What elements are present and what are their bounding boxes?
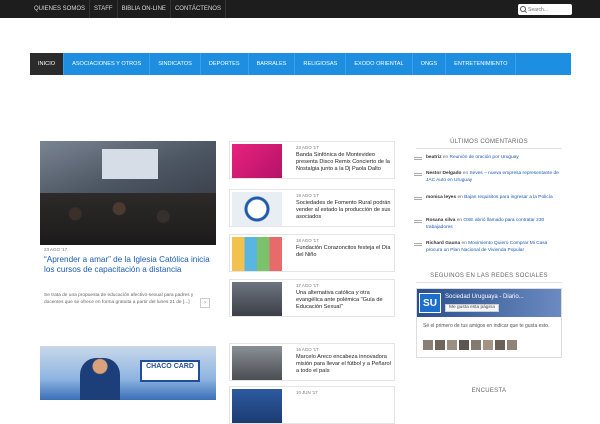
comment-on: en [442, 155, 449, 160]
avatar[interactable] [471, 340, 481, 350]
avatar[interactable] [447, 340, 457, 350]
feature-title[interactable]: “Aprender a amar” de la Iglesia Católica… [44, 255, 214, 275]
avatar[interactable] [507, 340, 517, 350]
nav-ongs[interactable]: ONGS [413, 53, 447, 75]
comment-author[interactable]: monica leyes [426, 195, 456, 200]
topnav-quienes-somos[interactable]: QUIENES SOMOS [30, 0, 91, 18]
list-title[interactable]: Una alternativa católica y otra evangéli… [296, 290, 394, 311]
top-nav: QUIENES SOMOS STAFF BIBLIA ON-LINE CONTÁ… [30, 0, 226, 18]
site-logo: SU [419, 293, 441, 313]
search-input[interactable] [528, 6, 570, 13]
list-thumb[interactable] [232, 282, 282, 316]
avatar[interactable] [459, 340, 469, 350]
list-title[interactable]: Marcelo Areco encabeza innovadora misión… [296, 354, 394, 375]
search-box[interactable] [518, 4, 572, 15]
comment-author[interactable]: Rosana silva [426, 218, 455, 223]
facebook-friends-text: Sé el primero de tus amigos en indicar q… [423, 323, 550, 329]
comment-author[interactable]: Richard Gauna [426, 241, 460, 246]
comment-author[interactable]: beatriz [426, 155, 441, 160]
divider [416, 148, 562, 149]
facebook-cover: SU Sociedad Uruguaya - Diario... Me gust… [417, 289, 561, 317]
comment-on: en [457, 195, 463, 200]
list-date: 17 AGO '17 [296, 283, 319, 288]
audience [40, 193, 216, 245]
list-title[interactable]: Sociedades de Fomento Rural podrán vende… [296, 200, 394, 221]
comment-item: Rosana silva en OSE abrió llamado para c… [414, 218, 564, 231]
feature-image[interactable] [40, 141, 216, 245]
feature-date: 23 AGO '17 [44, 247, 68, 252]
main-nav: INICIO ASOCIACIONES Y OTROS SINDICATOS D… [30, 53, 571, 75]
list-item[interactable]: 18 AGO '17 Fundación Corazoncitos festej… [229, 234, 395, 272]
comment-post-link[interactable]: Bajan requisitos para ingresar a la Poli… [464, 195, 553, 200]
list-date: 23 AGO '17 [296, 145, 319, 150]
list-thumb[interactable] [232, 346, 282, 380]
nav-exodo-oriental[interactable]: EXODO ORIENTAL [346, 53, 413, 75]
avatar[interactable] [435, 340, 445, 350]
social-widget-title: SEGUINOS EN LAS REDES SOCIALES [430, 273, 548, 279]
list-thumb[interactable] [232, 237, 282, 271]
list-date: 19 AGO '17 [296, 193, 319, 198]
feature2-image[interactable]: CHACO CARD [40, 346, 216, 400]
comment-item: Nestor Delgado en Seves – nueva empresa … [414, 171, 564, 184]
list-date: 10 JUN '17 [296, 390, 318, 395]
list-date: 18 AGO '17 [296, 238, 319, 243]
comment-post-link[interactable]: Reunión de oración por Uruguay [450, 155, 519, 160]
list-item[interactable]: 16 AGO '17 Marcelo Areco encabeza innova… [229, 343, 395, 381]
list-thumb[interactable] [232, 144, 282, 178]
list-thumb[interactable] [232, 389, 282, 423]
nav-deportes[interactable]: DEPORTES [201, 53, 249, 75]
avatar[interactable] [495, 340, 505, 350]
comment-item: beatriz en Reunión de oración por Urugua… [414, 155, 564, 162]
list-item[interactable]: 10 JUN '17 [229, 386, 395, 424]
nav-inicio[interactable]: INICIO [30, 53, 65, 75]
comment-author[interactable]: Nestor Delgado [426, 171, 461, 176]
list-thumb[interactable] [232, 192, 282, 226]
feature2-sign: CHACO CARD [140, 360, 200, 382]
avatar[interactable] [423, 340, 433, 350]
comments-widget-title: ÚLTIMOS COMENTARIOS [450, 139, 528, 145]
facebook-like-button[interactable]: Me gusta esta página [445, 304, 499, 312]
list-item[interactable]: 17 AGO '17 Una alternativa católica y ot… [229, 279, 395, 317]
nav-asociaciones[interactable]: ASOCIACIONES Y OTROS [64, 53, 151, 75]
list-date: 16 AGO '17 [296, 347, 319, 352]
projection-screen [102, 149, 158, 179]
facebook-page-widget[interactable]: SU Sociedad Uruguaya - Diario... Me gust… [416, 288, 562, 358]
list-title[interactable]: Banda Sinfónica de Montevideo presenta D… [296, 152, 394, 173]
comment-item: Richard Gauna en Movimiento Quiero Compr… [414, 241, 564, 254]
facebook-faces [423, 340, 517, 350]
topnav-biblia[interactable]: BIBLIA ON-LINE [118, 0, 171, 18]
list-title[interactable]: Fundación Corazoncitos festeja el Día de… [296, 245, 394, 259]
comment-on: en [462, 171, 469, 176]
person-figure [80, 358, 120, 400]
facebook-page-name[interactable]: Sociedad Uruguaya - Diario... [445, 294, 524, 300]
nav-entretenimiento[interactable]: ENTRETENIMIENTO [446, 53, 517, 75]
feature-excerpt: Se trata de una propuesta de educación a… [44, 293, 194, 305]
divider [416, 282, 562, 283]
list-item[interactable]: 19 AGO '17 Sociedades de Fomento Rural p… [229, 189, 395, 227]
topnav-contactenos[interactable]: CONTÁCTENOS [171, 0, 226, 18]
comment-on: en [461, 241, 467, 246]
search-icon[interactable] [518, 4, 528, 15]
list-item[interactable]: 23 AGO '17 Banda Sinfónica de Montevideo… [229, 141, 395, 179]
read-more-arrow-icon[interactable]: › [200, 298, 210, 308]
nav-sindicatos[interactable]: SINDICATOS [150, 53, 201, 75]
comment-item: monica leyes en Bajan requisitos para in… [414, 195, 564, 202]
comment-on: en [456, 218, 463, 223]
avatar[interactable] [483, 340, 493, 350]
topnav-staff[interactable]: STAFF [90, 0, 118, 18]
nav-religiosas[interactable]: RELIGIOSAS [295, 53, 347, 75]
poll-widget-title: ENCUESTA [471, 388, 507, 394]
nav-barrales[interactable]: BARRALES [249, 53, 296, 75]
